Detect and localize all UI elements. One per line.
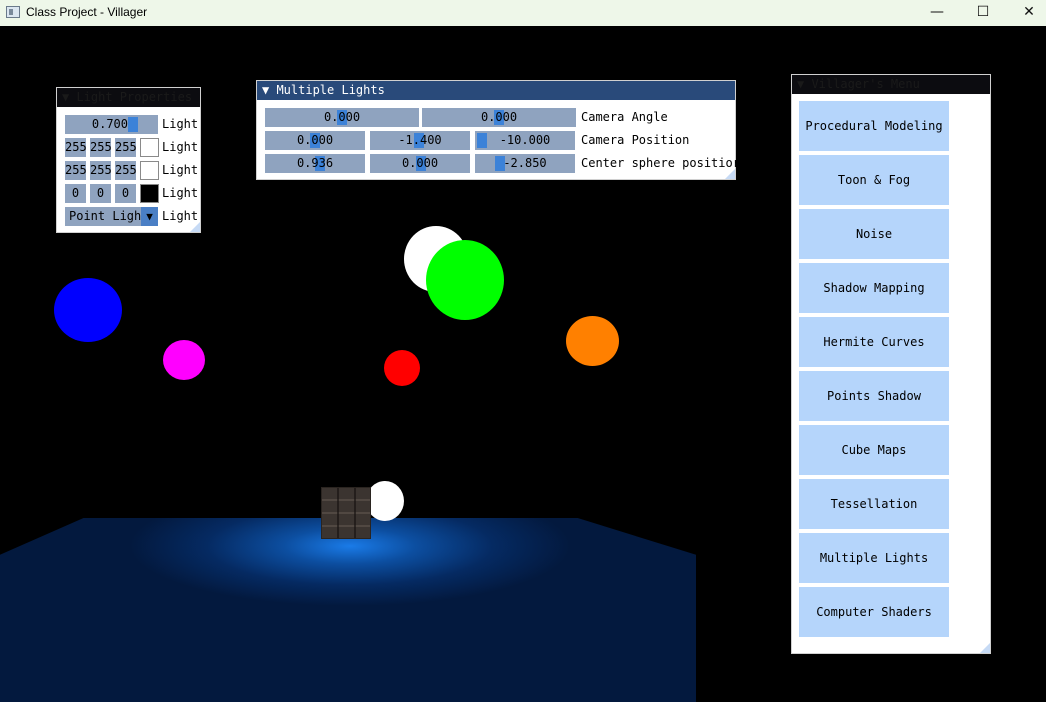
light-properties-header[interactable]: ▼ Light Properties xyxy=(57,88,200,107)
multiple-lights-panel: ▼ Multiple Lights 0.000 0.000 Camera Ang… xyxy=(256,80,740,180)
resize-grip[interactable] xyxy=(980,643,990,653)
color-c-r[interactable]: 0 xyxy=(65,184,86,203)
camera-angle-y-slider[interactable]: 0.000 xyxy=(422,108,576,127)
color-b-b[interactable]: 255 xyxy=(115,161,137,180)
villager-menu-panel: ▼ Villager's Menu Procedural Modeling To… xyxy=(791,74,991,654)
close-button[interactable]: ✕ xyxy=(1006,0,1046,26)
floor-plane xyxy=(0,518,696,702)
sphere-position-label: Center sphere positior xyxy=(581,156,740,170)
camera-angle-label: Camera Angle xyxy=(581,110,668,124)
menu-button-computer-shaders[interactable]: Computer Shaders xyxy=(799,587,949,637)
green-light-sphere xyxy=(426,240,504,320)
blue-light-sphere xyxy=(54,278,122,342)
minimize-button[interactable]: — xyxy=(914,0,960,26)
light-type-dropdown[interactable]: Point Ligh ▼ xyxy=(65,207,158,226)
menu-button-noise[interactable]: Noise xyxy=(799,209,949,259)
color-a-g[interactable]: 255 xyxy=(90,138,112,157)
sphere-position-z-slider[interactable]: -2.850 xyxy=(475,154,575,173)
menu-button-cube-maps[interactable]: Cube Maps xyxy=(799,425,949,475)
menu-button-hermite-curves[interactable]: Hermite Curves xyxy=(799,317,949,367)
sphere-position-x-slider[interactable]: 0.936 xyxy=(265,154,365,173)
color-c-swatch[interactable] xyxy=(140,184,159,203)
color-a-label: Light xyxy=(162,140,199,154)
color-a-b[interactable]: 255 xyxy=(115,138,137,157)
chevron-down-icon[interactable]: ▼ xyxy=(141,207,158,226)
orange-light-sphere xyxy=(566,316,619,366)
window-titlebar: Class Project - Villager — ☐ ✕ xyxy=(0,0,1046,26)
multiple-lights-header[interactable]: ▼ Multiple Lights xyxy=(257,81,735,100)
menu-button-multiple-lights[interactable]: Multiple Lights xyxy=(799,533,949,583)
color-b-swatch[interactable] xyxy=(140,161,159,180)
red-light-sphere xyxy=(384,350,420,386)
app-icon xyxy=(6,6,20,18)
color-c-b[interactable]: 0 xyxy=(115,184,136,203)
light-intensity-label: Light xyxy=(162,117,199,131)
camera-angle-x-slider[interactable]: 0.000 xyxy=(265,108,419,127)
sphere-position-y-slider[interactable]: 0.000 xyxy=(370,154,470,173)
color-a-swatch[interactable] xyxy=(140,138,159,157)
menu-button-procedural-modeling[interactable]: Procedural Modeling xyxy=(799,101,949,151)
light-intensity-slider[interactable]: 0.700 xyxy=(65,115,158,134)
camera-position-x-slider[interactable]: 0.000 xyxy=(265,131,365,150)
menu-button-shadow-mapping[interactable]: Shadow Mapping xyxy=(799,263,949,313)
villager-menu-header[interactable]: ▼ Villager's Menu xyxy=(792,75,990,94)
camera-position-label: Camera Position xyxy=(581,133,690,147)
light-properties-panel: ▼ Light Properties 0.700 Light 255 255 2… xyxy=(56,87,201,233)
color-a-r[interactable]: 255 xyxy=(65,138,87,157)
camera-position-z-slider[interactable]: -10.000 xyxy=(475,131,575,150)
menu-button-points-shadow[interactable]: Points Shadow xyxy=(799,371,949,421)
color-c-label: Light xyxy=(162,186,199,200)
wooden-crate xyxy=(321,487,371,539)
menu-button-toon-fog[interactable]: Toon & Fog xyxy=(799,155,949,205)
color-b-label: Light xyxy=(162,163,199,177)
maximize-button[interactable]: ☐ xyxy=(960,0,1006,26)
color-b-g[interactable]: 255 xyxy=(90,161,112,180)
magenta-light-sphere xyxy=(163,340,205,380)
menu-button-tessellation[interactable]: Tessellation xyxy=(799,479,949,529)
center-white-sphere xyxy=(366,481,404,521)
resize-grip[interactable] xyxy=(725,169,735,179)
slider-grab[interactable] xyxy=(128,117,138,132)
color-b-r[interactable]: 255 xyxy=(65,161,87,180)
window-title: Class Project - Villager xyxy=(26,5,148,19)
resize-grip[interactable] xyxy=(190,222,200,232)
camera-position-y-slider[interactable]: -1.400 xyxy=(370,131,470,150)
color-c-g[interactable]: 0 xyxy=(90,184,111,203)
